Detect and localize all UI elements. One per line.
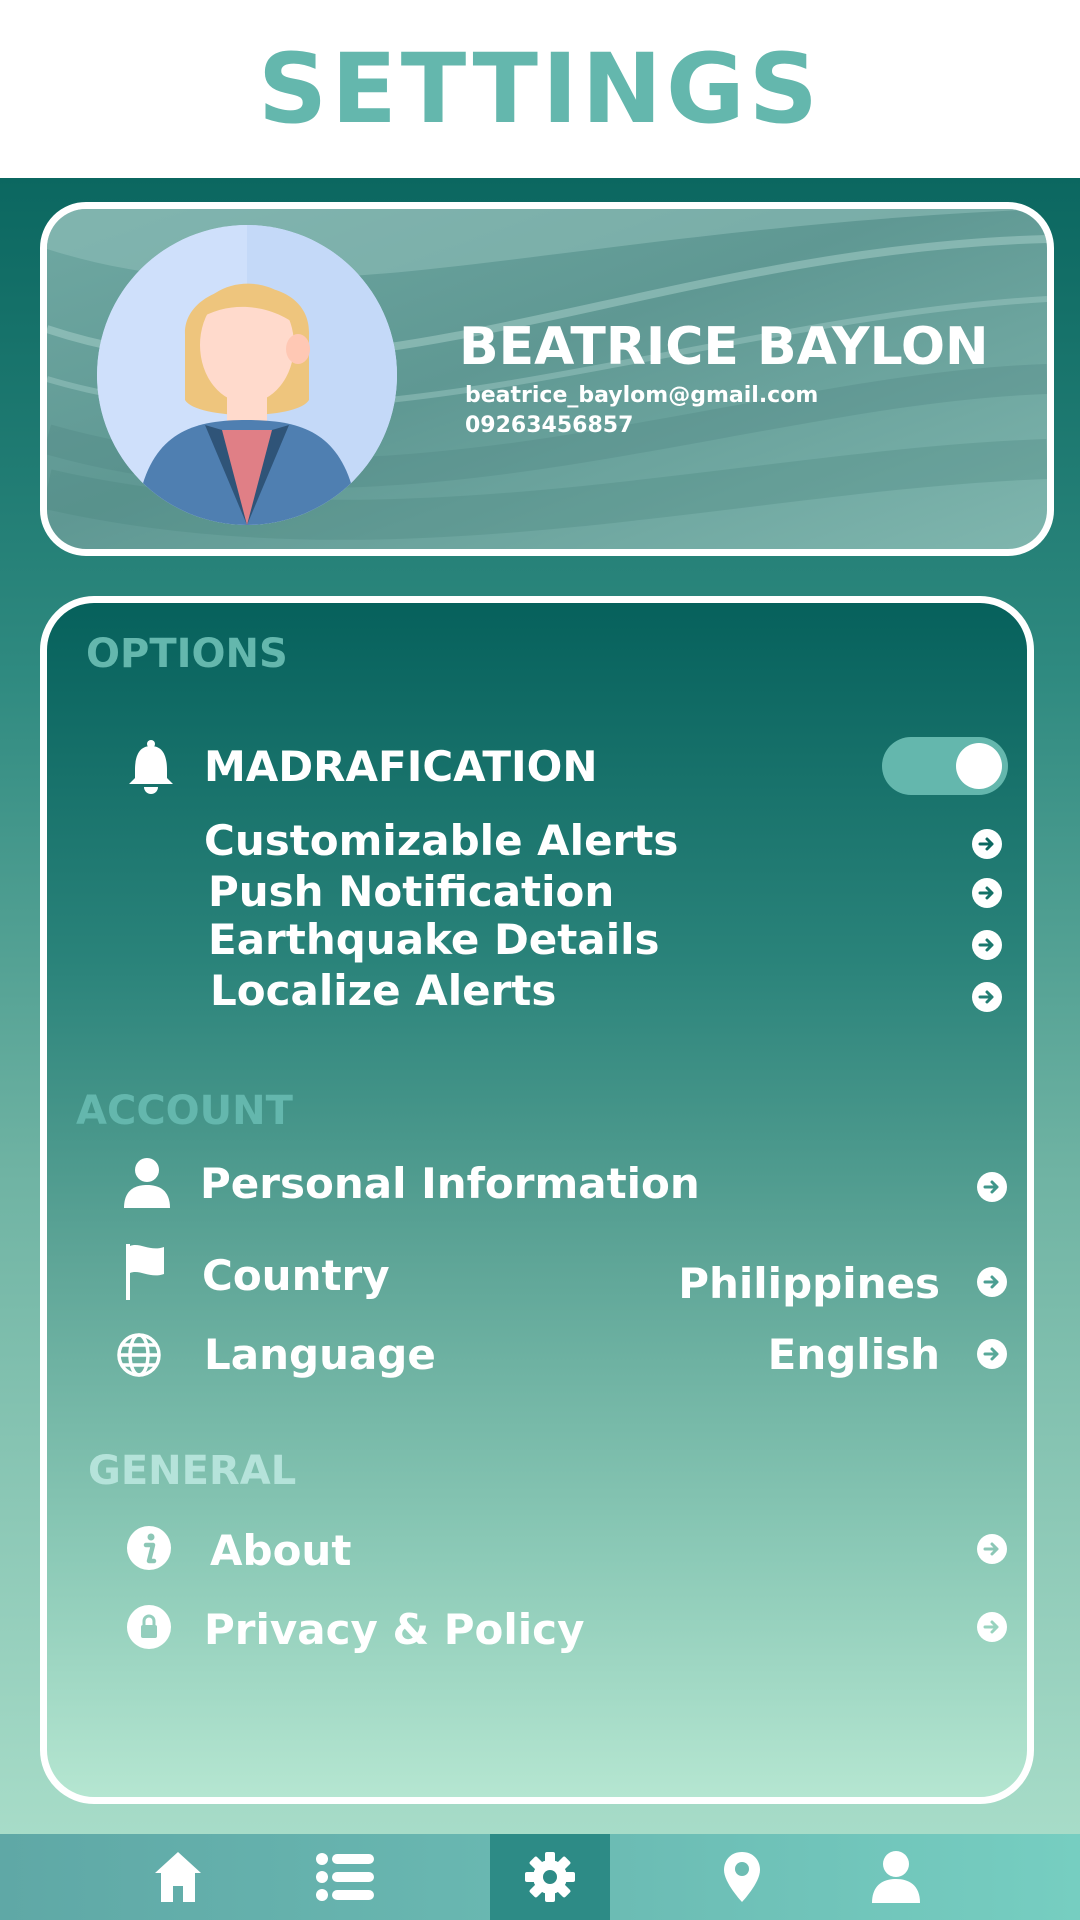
language-label[interactable]: Language [204,1334,436,1376]
list-icon [316,1853,374,1901]
profile-name: BEATRICE BAYLON [459,317,989,377]
bell-icon [126,740,176,798]
privacy-policy-label[interactable]: Privacy & Policy [204,1609,584,1651]
flag-icon [124,1242,166,1304]
arrow-right-icon[interactable] [972,930,1002,960]
page-title: SETTINGS [258,33,822,145]
option-item-push-notification[interactable]: Push Notification [208,871,614,913]
nav-location[interactable] [682,1834,802,1920]
nav-profile[interactable] [836,1834,956,1920]
arrow-right-icon[interactable] [977,1534,1007,1564]
user-icon [872,1851,920,1903]
profile-email: beatrice_baylom@gmail.com [465,383,819,408]
notification-label: MADRAFICATION [204,742,598,791]
arrow-right-icon[interactable] [972,829,1002,859]
section-options-label: OPTIONS [86,631,288,677]
gear-icon [525,1852,575,1902]
personal-information-label[interactable]: Personal Information [200,1163,700,1205]
home-icon [155,1852,201,1902]
option-item-customizable-alerts[interactable]: Customizable Alerts [204,820,678,862]
arrow-right-icon[interactable] [972,878,1002,908]
user-icon [122,1156,172,1214]
profile-phone: 09263456857 [465,413,634,438]
option-item-earthquake-details[interactable]: Earthquake Details [208,919,660,961]
language-value: English [767,1330,940,1379]
info-icon [126,1525,172,1575]
avatar[interactable] [97,225,397,525]
section-general-label: GENERAL [88,1448,297,1494]
toggle-knob [956,743,1002,789]
about-label[interactable]: About [210,1530,351,1572]
notification-toggle[interactable] [882,737,1008,795]
lock-icon [126,1604,172,1654]
country-label[interactable]: Country [202,1255,390,1297]
profile-card[interactable]: BEATRICE BAYLON beatrice_baylom@gmail.co… [40,202,1054,556]
arrow-right-icon[interactable] [972,982,1002,1012]
nav-list[interactable] [286,1834,406,1920]
nav-settings[interactable] [490,1834,610,1920]
option-item-localize-alerts[interactable]: Localize Alerts [210,970,556,1012]
arrow-right-icon[interactable] [977,1339,1007,1369]
country-value: Philippines [678,1259,940,1308]
avatar-illustration [97,225,397,525]
nav-home[interactable] [118,1834,238,1920]
arrow-right-icon[interactable] [977,1267,1007,1297]
arrow-right-icon[interactable] [977,1612,1007,1642]
arrow-right-icon[interactable] [977,1172,1007,1202]
page-header: SETTINGS [0,0,1080,178]
globe-icon [116,1332,162,1382]
section-account-label: ACCOUNT [76,1088,293,1134]
bottom-navbar [0,1834,1080,1920]
location-pin-icon [724,1852,760,1902]
